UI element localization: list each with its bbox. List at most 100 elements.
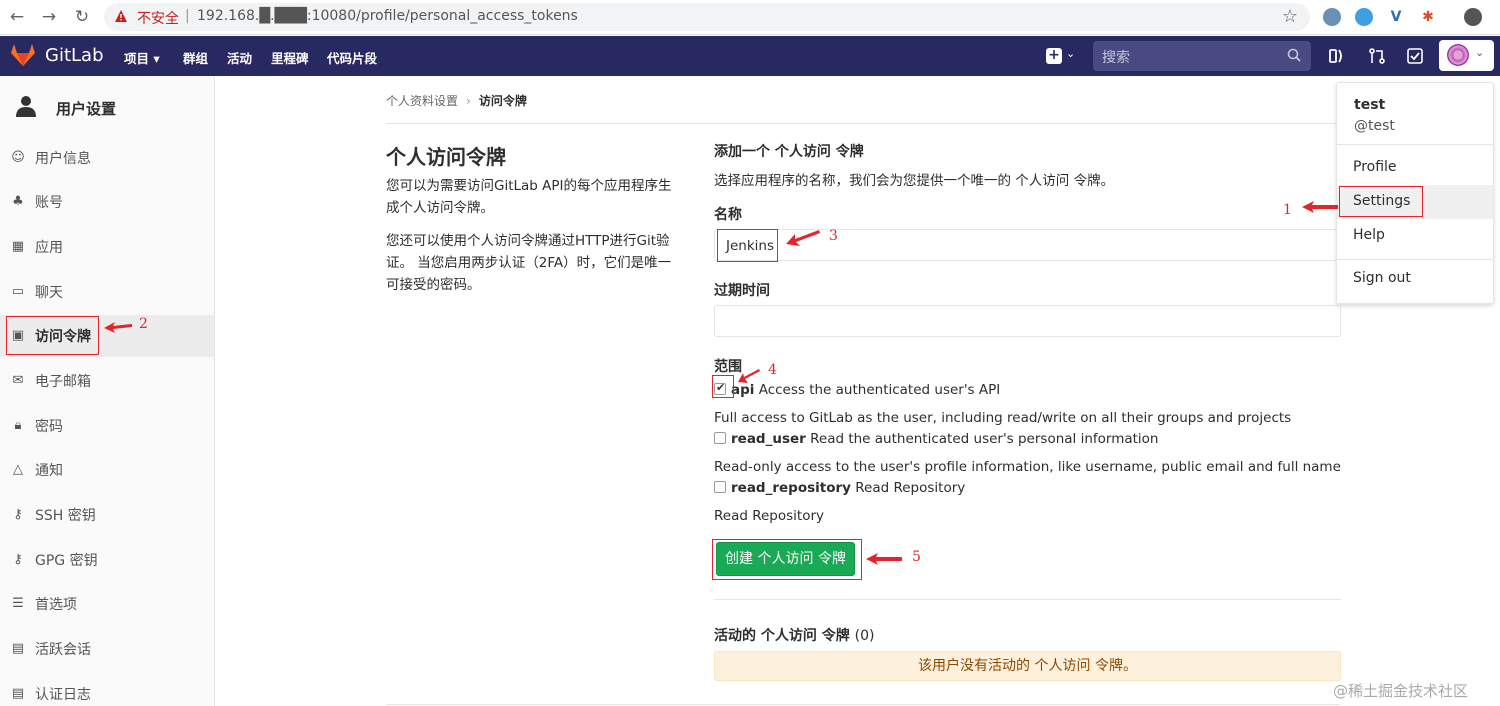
divider [714, 599, 1341, 600]
annotation-arrow-icon [738, 369, 760, 383]
account-avatar-icon[interactable] [1464, 8, 1482, 26]
lock-icon: 🔒︎ [14, 418, 22, 433]
sidebar-item-label: 首选项 [35, 597, 77, 613]
scope-read-repository-detail: Read Repository [714, 508, 824, 524]
page-title: 个人访问令牌 [386, 145, 506, 169]
address-bar[interactable]: 不安全 | 192.168.█.███:10080/profile/person… [104, 3, 1310, 31]
annotation-arrow-icon [786, 230, 820, 246]
sidebar-item-ssh-keys[interactable]: ⚷ SSH 密钥 [0, 494, 214, 536]
back-icon[interactable]: ← [6, 6, 28, 28]
extension-icon[interactable]: V [1387, 8, 1405, 26]
sidebar-item-emails[interactable]: ✉ 电子邮箱 [0, 360, 214, 402]
annotation-box [717, 229, 778, 262]
sidebar-item-label: SSH 密钥 [35, 508, 96, 524]
url-text[interactable]: 192.168.█.███:10080/profile/personal_acc… [197, 8, 578, 24]
sidebar-item-label: 活跃会话 [35, 642, 91, 658]
todo-icon[interactable] [1406, 47, 1424, 65]
search-input[interactable]: 搜索 [1093, 41, 1311, 71]
active-tokens-title: 活动的 个人访问 令牌 (0) [714, 628, 875, 644]
scope-read-repository-checkbox[interactable] [714, 481, 726, 493]
applications-icon: ▦ [11, 239, 25, 254]
warning-icon [115, 10, 127, 22]
extension-icon[interactable]: ✱ [1419, 8, 1437, 26]
annotation-box [1339, 186, 1423, 217]
breadcrumb-separator: › [466, 94, 471, 108]
annotation-number: 4 [768, 362, 777, 378]
menu-divider [1337, 259, 1493, 260]
search-icon [1287, 48, 1301, 62]
search-placeholder: 搜索 [1102, 50, 1130, 66]
scope-read-user-detail: Read-only access to the user's profile i… [714, 459, 1341, 475]
sidebar-item-label: 电子邮箱 [35, 374, 91, 390]
sidebar-item-password[interactable]: 🔒︎ 密码 [0, 405, 214, 447]
sidebar-item-auth-log[interactable]: ▤ 认证日志 [0, 673, 214, 706]
menu-item-sign-out[interactable]: Sign out [1337, 262, 1493, 296]
extension-icon[interactable] [1355, 8, 1373, 26]
sidebar-item-applications[interactable]: ▦ 应用 [0, 226, 214, 268]
new-plus-icon[interactable]: + [1046, 48, 1062, 64]
preferences-icon: ☰ [12, 596, 24, 611]
sidebar-item-account[interactable]: ♣ 账号 [0, 181, 214, 223]
sidebar-item-label: 密码 [35, 419, 63, 435]
sessions-icon: ▤ [11, 641, 25, 656]
forward-icon[interactable]: → [38, 6, 60, 28]
annotation-number: 5 [912, 549, 921, 565]
sidebar-item-label: 聊天 [35, 285, 63, 301]
merge-request-icon[interactable] [1368, 47, 1386, 65]
sidebar-item-label: 通知 [35, 463, 63, 479]
user-menu-button[interactable]: ⌄ [1439, 40, 1494, 71]
menu-item-profile[interactable]: Profile [1337, 151, 1493, 185]
insecure-label: 不安全 [137, 11, 179, 27]
user-name: test [1354, 97, 1386, 113]
intro-paragraph-2fa: 您还可以使用个人访问令牌通过HTTP进行Git验证。 当您启用两步认证（2FA）… [386, 233, 672, 293]
expiry-date-field[interactable] [714, 305, 1341, 337]
bookmark-star-icon[interactable]: ☆ [1282, 6, 1298, 27]
nav-activity[interactable]: 活动 [227, 48, 252, 67]
annotation-arrow-icon [866, 553, 902, 565]
email-icon: ✉ [12, 373, 24, 388]
scope-read-user-label: read_user Read the authenticated user's … [731, 431, 1159, 447]
chevron-down-icon[interactable]: ⌄ [1066, 47, 1075, 60]
issues-icon[interactable] [1328, 47, 1346, 65]
nav-groups[interactable]: 群组 [183, 48, 208, 67]
menu-item-help[interactable]: Help [1337, 219, 1493, 253]
nav-projects[interactable]: 项目 ▾ [124, 48, 160, 67]
name-label: 名称 [714, 207, 742, 223]
account-icon: ♣ [12, 194, 24, 209]
extension-icon[interactable] [1323, 8, 1341, 26]
form-description: 选择应用程序的名称，我们会为您提供一个唯一的 个人访问 令牌。 [714, 173, 1115, 189]
divider [386, 704, 1340, 705]
reload-icon[interactable]: ↻ [71, 6, 93, 28]
breadcrumb-current: 访问令牌 [478, 94, 527, 108]
sidebar-item-chat[interactable]: ▭ 聊天 [0, 271, 214, 313]
watermark: @稀土掘金技术社区 [1333, 682, 1469, 700]
annotation-box [712, 539, 862, 580]
user-handle: @test [1354, 118, 1395, 134]
sidebar-item-label: 认证日志 [35, 687, 91, 703]
nav-snippets[interactable]: 代码片段 [327, 48, 377, 67]
user-icon [16, 96, 36, 117]
sidebar-item-gpg-keys[interactable]: ⚷ GPG 密钥 [0, 539, 214, 581]
url-separator: | [185, 8, 190, 24]
annotation-arrow-icon [104, 322, 132, 333]
brand-name[interactable]: GitLab [45, 45, 104, 66]
nav-milestones[interactable]: 里程碑 [271, 48, 309, 67]
key-icon: ⚷ [13, 552, 23, 567]
top-navigation: GitLab 项目 ▾ 群组 活动 里程碑 代码片段 + ⌄ 搜索 ⌄ [0, 36, 1500, 76]
scope-read-repository-label: read_repository Read Repository [731, 480, 966, 496]
sidebar-item-profile[interactable]: ☺ 用户信息 [0, 137, 214, 179]
scope-read-user-checkbox[interactable] [714, 432, 726, 444]
breadcrumb-parent[interactable]: 个人资料设置 [386, 94, 458, 108]
sidebar-item-active-sessions[interactable]: ▤ 活跃会话 [0, 628, 214, 670]
sidebar-item-notifications[interactable]: △ 通知 [0, 449, 214, 491]
form-title: 添加一个 个人访问 令牌 [714, 144, 864, 160]
annotation-number: 2 [139, 316, 148, 332]
gitlab-logo-icon[interactable] [10, 43, 36, 67]
divider [386, 123, 1340, 124]
profile-icon: ☺ [11, 150, 25, 165]
sidebar-item-preferences[interactable]: ☰ 首选项 [0, 583, 214, 625]
expiry-label: 过期时间 [714, 283, 770, 299]
settings-sidebar: 用户设置 ☺ 用户信息 ♣ 账号 ▦ 应用 ▭ 聊天 ▣ 访问令牌 ✉ 电子邮箱… [0, 76, 215, 706]
key-icon: ⚷ [13, 507, 23, 522]
annotation-number: 3 [829, 228, 838, 244]
